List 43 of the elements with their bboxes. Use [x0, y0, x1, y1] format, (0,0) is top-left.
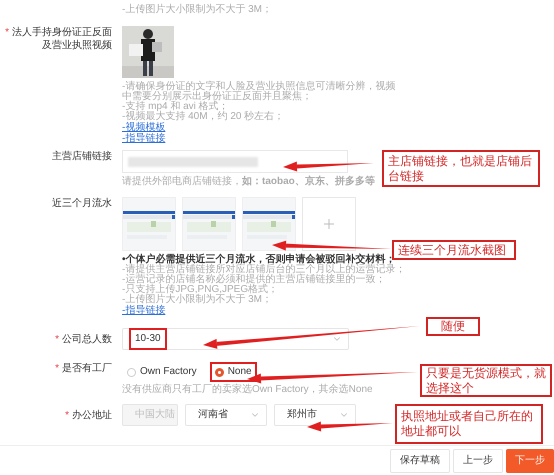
annotation-callout: 主店铺链接，也就是店铺后台链接 [382, 150, 540, 187]
upload-note: -上传图片大小限制为不大于 3M； [122, 4, 273, 16]
url-field[interactable] [122, 150, 348, 173]
select-value: 中国大陆 [134, 408, 176, 422]
radio-icon [214, 368, 224, 376]
select-value: 郑州市 [286, 408, 318, 422]
field-label: 是否有工厂 [62, 362, 112, 375]
field-label: 公司总人数 [62, 332, 112, 346]
required-mark: * [55, 362, 59, 375]
field-label: 近三个月流水 [52, 197, 112, 210]
note-text: -支持 mp4 和 avi 格式； [122, 102, 230, 112]
link[interactable]: -指导链接 [122, 133, 166, 144]
note-text: -请提供主营店铺链接所对应店铺后台的三个月以上的运营记录； [122, 265, 406, 275]
required-mark: * [55, 332, 59, 346]
annotation-callout: 执照地址或者自己所在的地址都可以 [395, 404, 543, 444]
select-value: 10-30 [129, 328, 167, 350]
field-label: 办公地址 [72, 408, 112, 422]
hint-text: 请提供外部电商店铺链接，如：taobao、京东、拼多多等 [122, 176, 375, 187]
select-field[interactable]: 河南省 [185, 404, 267, 426]
note-text: -上传图片大小限制为不大于 3M； [122, 295, 273, 305]
note-text: -运营记录的店铺名称必须和提供的主营店铺链接里的一致； [122, 275, 386, 285]
add-image-button[interactable] [302, 197, 356, 251]
required-mark: * [65, 408, 69, 422]
form-button[interactable]: 保存草稿 [390, 448, 450, 472]
note-text: -视频最大支持 40M，约 20 秒左右； [122, 112, 286, 122]
form-button[interactable]: 上一步 [453, 448, 503, 472]
radio-icon [127, 368, 136, 376]
note-text: -请确保身份证的文字和人脸及营业执照信息可清晰分辨，视频中需要分别展示出身份证正反面并且聚焦； [122, 82, 396, 102]
link[interactable]: -指导链接 [122, 305, 166, 316]
select-field[interactable]: 10-30 [122, 328, 349, 350]
note-text: -只支持上传JPG,PNG,JPEG格式； [122, 285, 280, 295]
required-mark: * [5, 26, 9, 39]
annotation-callout: 连续三个月流水截图 [392, 240, 516, 260]
field-label: 主营店铺链接 [52, 150, 112, 163]
select-value: 河南省 [197, 408, 229, 422]
radio-option[interactable]: Own Factory [122, 362, 202, 382]
field-label: 法人手持身份证正反面 及营业执照视频 [12, 26, 112, 52]
hint-text: 没有供应商只有工厂的卖家选Own Factory，其余选None [122, 384, 373, 395]
link[interactable]: -视频模板 [122, 122, 166, 133]
annotation-callout: 只要是无货源模式，就选择这个 [420, 364, 552, 397]
plus-icon [321, 216, 337, 232]
annotation-callout: 随便 [426, 317, 480, 336]
select-field[interactable]: 郑州市 [274, 404, 356, 426]
